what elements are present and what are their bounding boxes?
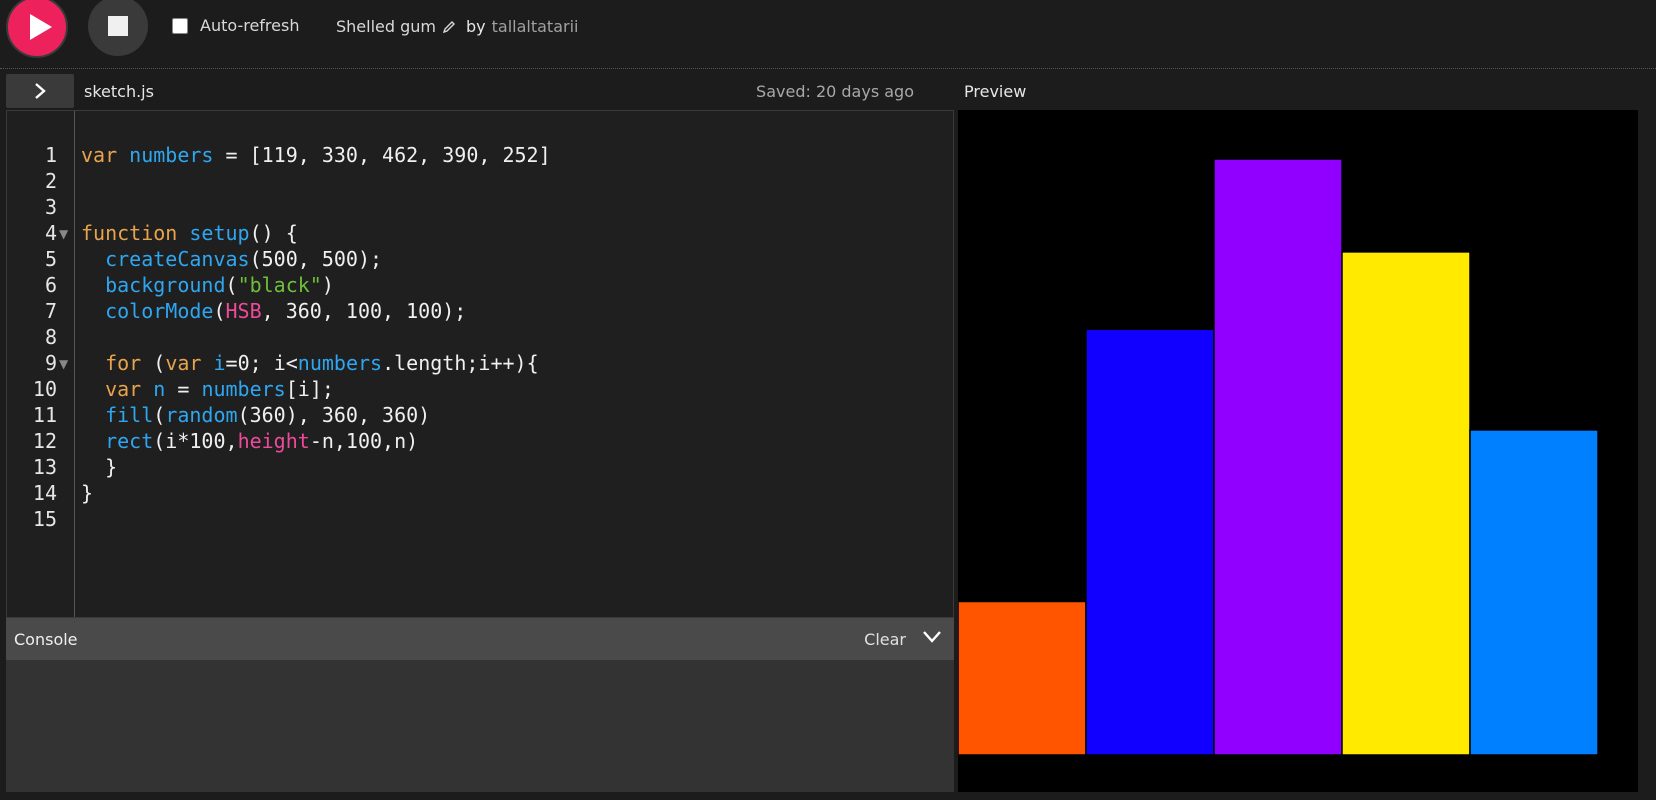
line-number: 11 [32,403,57,427]
sketch-title[interactable]: Shelled gum [336,17,436,36]
fold-arrow-icon[interactable]: ▼ [59,357,68,371]
author-link[interactable]: tallaltatarii [492,17,579,36]
auto-refresh-checkbox[interactable] [172,17,188,34]
auto-refresh-toggle[interactable]: Auto-refresh [172,16,299,35]
console-header: Console Clear [6,618,954,660]
line-number: 9 [44,351,57,375]
line-number: 6 [44,273,57,297]
sketch-title-area: Shelled gum by tallaltatarii [336,17,578,36]
toolbar: Auto-refresh Shelled gum by tallaltatari… [0,0,1656,58]
preview-bar [1085,328,1215,756]
code-editor[interactable]: 1 2 3 4 ▼ 5 6 7 8 9 ▼ 10 11 12 13 14 15 … [6,110,954,618]
code-line[interactable]: createCanvas(500, 500); [81,247,382,271]
code-line[interactable]: var numbers = [119, 330, 462, 390, 252] [81,143,551,167]
file-name[interactable]: sketch.js [84,82,154,101]
preview-bar [1341,251,1471,756]
chevron-right-icon [35,83,46,99]
by-label: by [466,17,486,36]
line-number: 14 [32,481,57,505]
auto-refresh-label: Auto-refresh [200,16,300,35]
code-line[interactable]: var n = numbers[i]; [81,377,334,401]
code-line[interactable]: } [81,455,117,479]
line-number: 1 [44,143,57,167]
preview-bar [1469,429,1599,756]
code-line[interactable]: } [81,481,93,505]
play-button[interactable] [6,0,68,58]
line-number: 10 [32,377,57,401]
play-icon [30,14,52,40]
stop-icon [108,16,128,36]
console-output [6,660,954,792]
fold-arrow-icon[interactable]: ▼ [59,227,68,241]
code-line[interactable]: background("black") [81,273,334,297]
code-line[interactable]: colorMode(HSB, 360, 100, 100); [81,299,466,323]
preview-bar [958,600,1087,756]
line-number: 5 [44,247,57,271]
sidebar-toggle-button[interactable] [6,74,74,108]
stop-button[interactable] [88,0,148,56]
preview-label: Preview [964,82,1027,101]
line-number: 15 [32,507,57,531]
chevron-down-icon[interactable] [922,630,942,644]
line-number: 2 [44,169,57,193]
console-title: Console [14,630,78,649]
preview-bar [1213,158,1343,756]
preview-sketch-svg [958,158,1599,756]
line-number: 13 [32,455,57,479]
preview-canvas[interactable] [958,110,1638,792]
toolbar-divider [0,68,1656,69]
code-line[interactable]: for (var i=0; i<numbers.length;i++){ [81,351,539,375]
line-number: 3 [44,195,57,219]
line-number: 4 [44,221,57,245]
code-line[interactable]: function setup() { [81,221,298,245]
code-line[interactable]: fill(random(360), 360, 360) [81,403,430,427]
saved-status: Saved: 20 days ago [756,82,914,101]
line-number: 7 [44,299,57,323]
line-number: 12 [32,429,57,453]
code-line[interactable]: rect(i*100,height-n,100,n) [81,429,418,453]
line-number: 8 [44,325,57,349]
editor-header: sketch.js Saved: 20 days ago [6,74,954,108]
line-number-gutter: 1 2 3 4 ▼ 5 6 7 8 9 ▼ 10 11 12 13 14 15 [7,111,75,617]
pencil-icon[interactable] [442,20,456,34]
console-clear-button[interactable]: Clear [864,630,906,649]
